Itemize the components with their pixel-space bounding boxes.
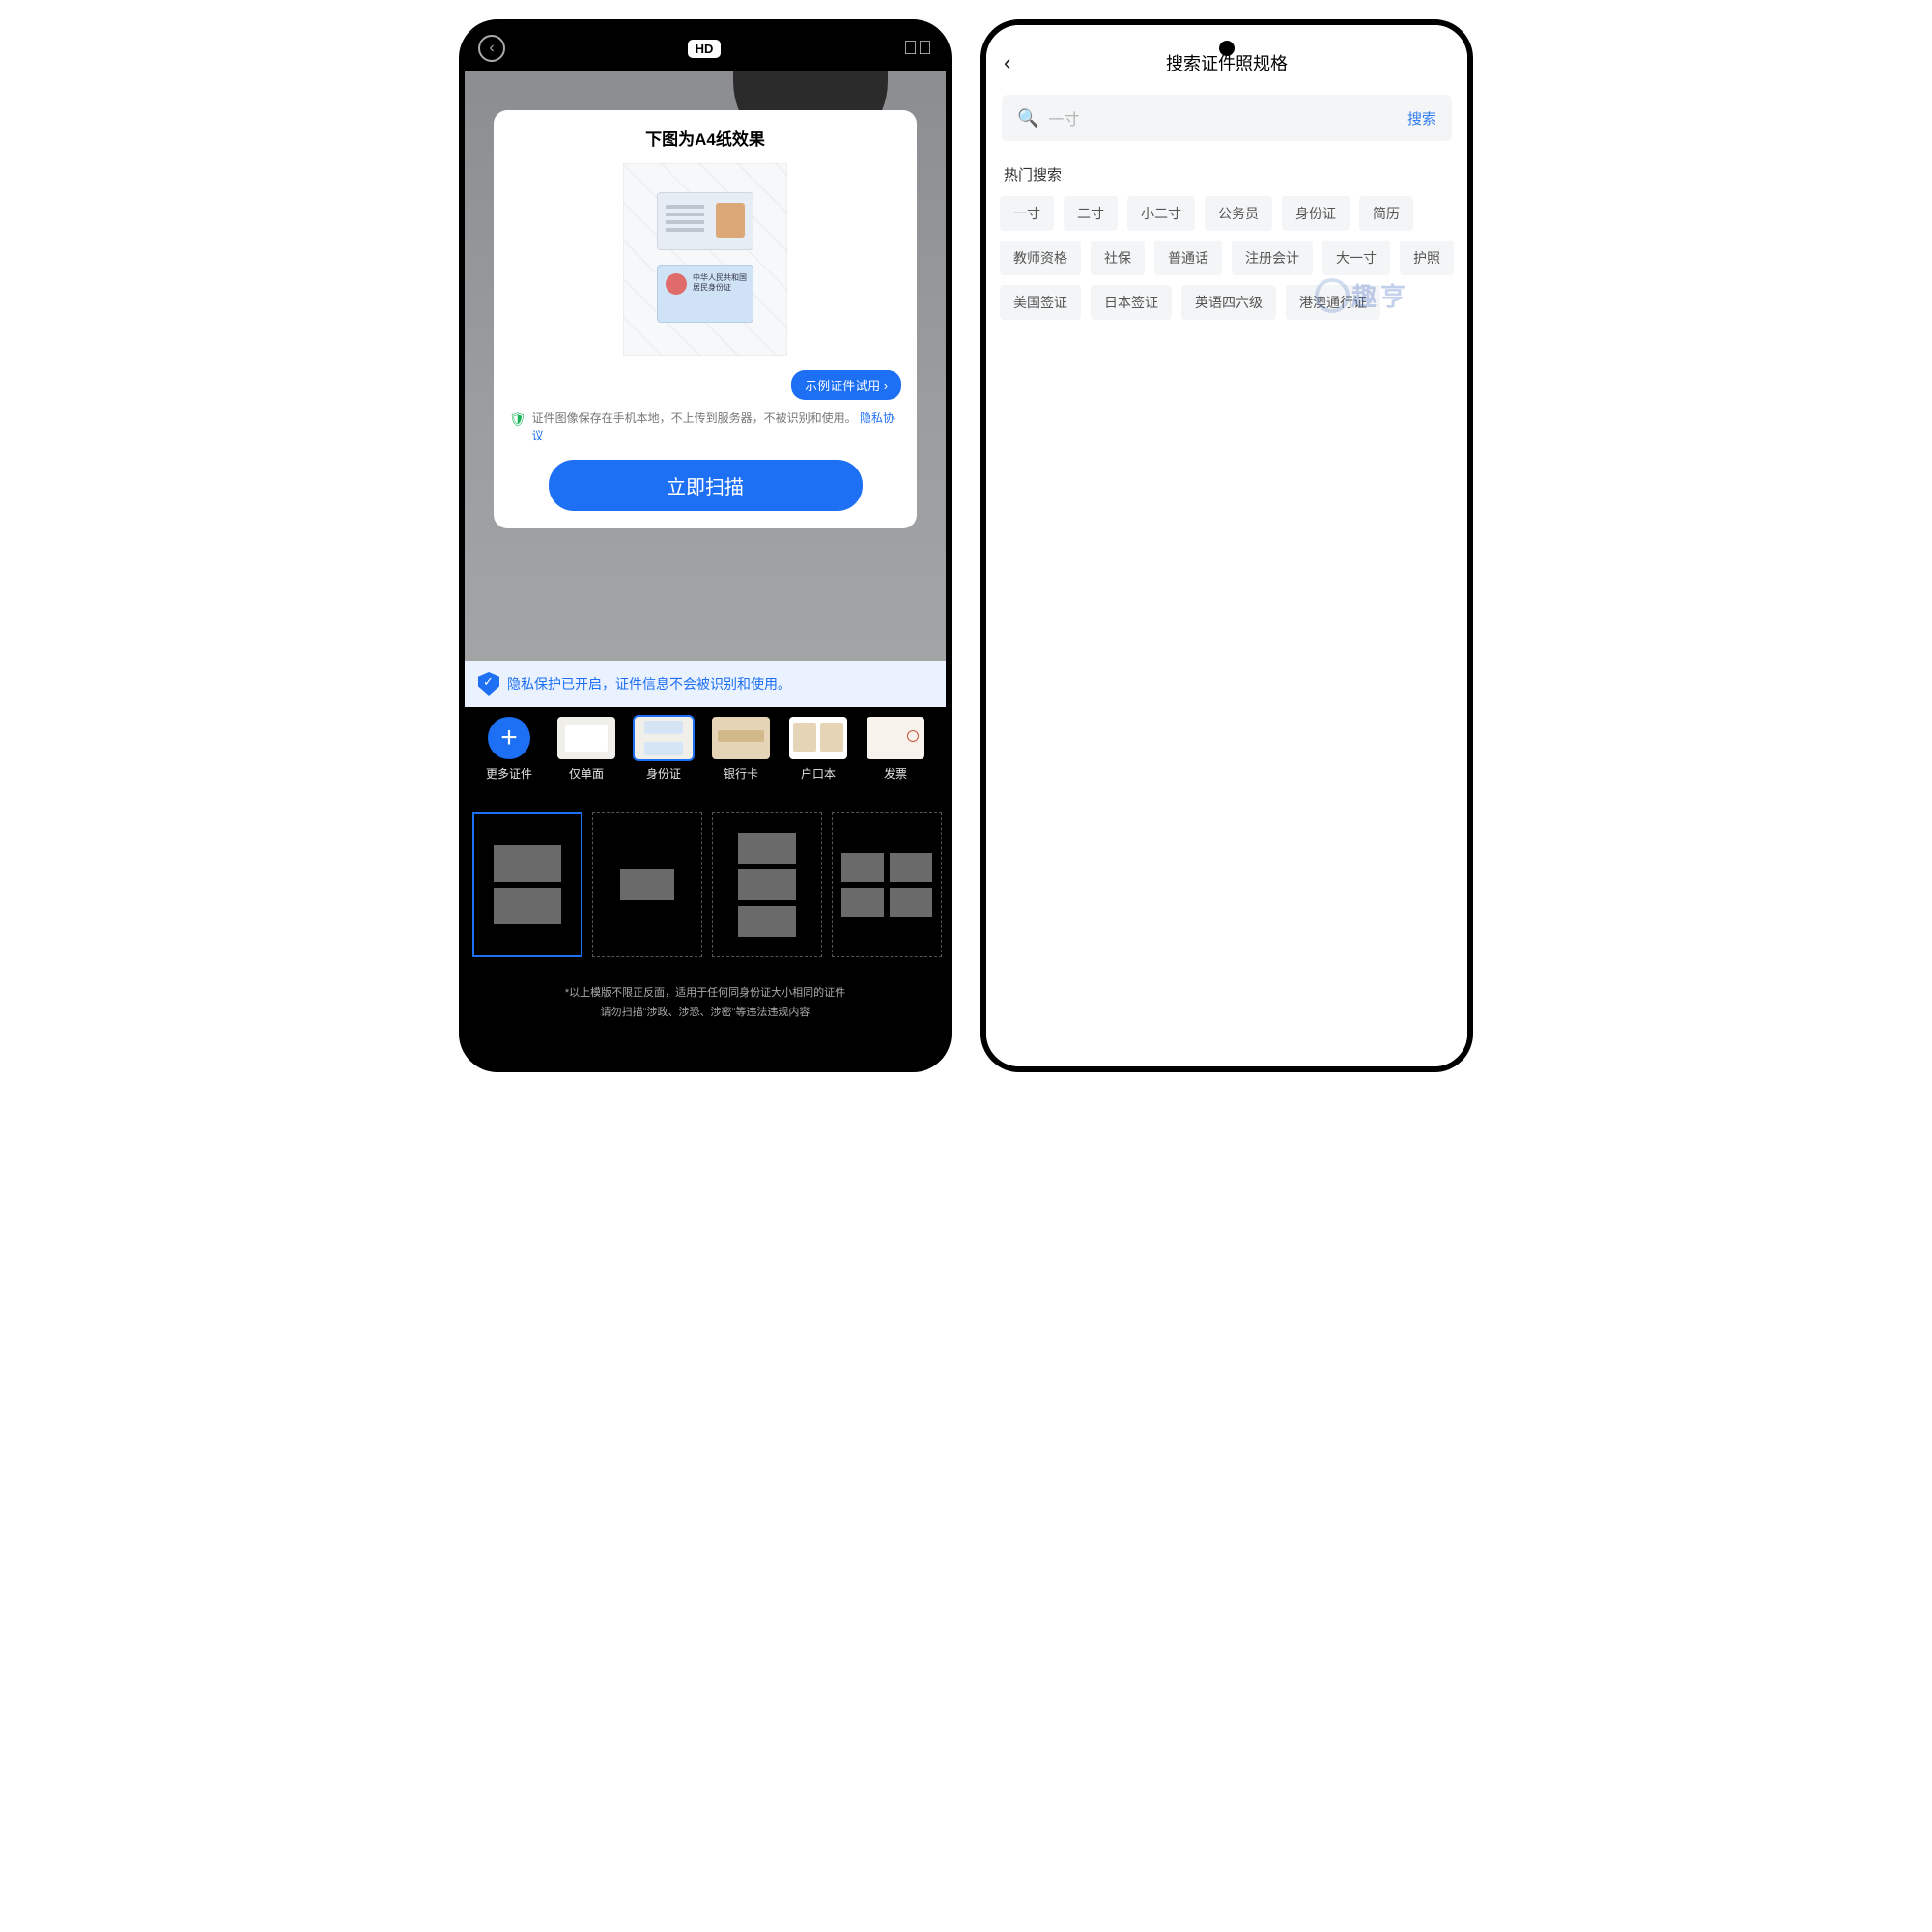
doc-type-invoice[interactable]: 发票 xyxy=(859,717,932,781)
layout-block xyxy=(841,888,884,917)
doc-type-idcard[interactable]: 身份证 xyxy=(627,717,700,781)
layout-block xyxy=(494,845,561,882)
chip[interactable]: 公务员 xyxy=(1205,196,1272,231)
layout-block xyxy=(890,853,932,882)
scanner-topbar: ‹ HD ⚡⃠ xyxy=(465,25,946,71)
chip[interactable]: 护照 xyxy=(1400,241,1454,275)
hd-toggle[interactable]: HD xyxy=(688,40,722,58)
layout-block xyxy=(890,888,932,917)
doc-thumb-hukou-icon xyxy=(789,717,847,759)
a4-preview xyxy=(623,163,787,356)
chip[interactable]: 英语四六级 xyxy=(1181,285,1276,320)
chip[interactable]: 社保 xyxy=(1091,241,1145,275)
doc-type-label: 身份证 xyxy=(627,765,700,781)
try-sample-button[interactable]: 示例证件试用 xyxy=(791,370,901,400)
layout-block xyxy=(738,906,796,937)
id-card-front-preview xyxy=(657,192,753,250)
doc-type-plus[interactable]: + 更多证件 xyxy=(472,717,546,781)
shield-icon xyxy=(478,672,499,696)
left-phone-frame: ‹ HD ⚡⃠ 下图为A4纸效果 示例证件试用 🛡 证件图像保 xyxy=(459,19,952,1072)
document-type-strip[interactable]: + 更多证件仅单面身份证银行卡户口本发票 xyxy=(465,707,946,787)
doc-type-label: 发票 xyxy=(859,765,932,781)
privacy-banner: 隐私保护已开启，证件信息不会被识别和使用。 xyxy=(465,661,946,707)
footer-line-1: *以上模版不限正反面，适用于任何同身份证大小相同的证件 xyxy=(474,984,936,1004)
chip[interactable]: 大一寸 xyxy=(1322,241,1390,275)
footer-line-2: 请勿扫描"涉政、涉恐、涉密"等违法违规内容 xyxy=(474,1004,936,1023)
shield-check-icon: 🛡 xyxy=(509,410,526,444)
doc-type-label: 银行卡 xyxy=(704,765,778,781)
privacy-note: 🛡 证件图像保存在手机本地，不上传到服务器，不被识别和使用。 隐私协议 xyxy=(509,400,901,444)
chip[interactable]: 小二寸 xyxy=(1127,196,1195,231)
chip[interactable]: 美国签证 xyxy=(1000,285,1081,320)
doc-thumb-bank-icon xyxy=(712,717,770,759)
back-button[interactable]: ‹ xyxy=(1004,50,1010,75)
back-button[interactable]: ‹ xyxy=(478,35,505,62)
hot-search-heading: 热门搜索 xyxy=(986,164,1467,185)
chip[interactable]: 普通话 xyxy=(1154,241,1222,275)
search-icon: 🔍 xyxy=(1017,108,1038,128)
doc-thumb-plus-icon: + xyxy=(488,717,530,759)
privacy-text: 证件图像保存在手机本地，不上传到服务器，不被识别和使用。 xyxy=(532,412,857,425)
scan-now-button[interactable]: 立即扫描 xyxy=(549,460,863,511)
doc-type-hukou[interactable]: 户口本 xyxy=(781,717,855,781)
layout-block xyxy=(620,869,674,900)
doc-type-label: 户口本 xyxy=(781,765,855,781)
chip[interactable]: 简历 xyxy=(1359,196,1413,231)
camera-viewfinder: 下图为A4纸效果 示例证件试用 🛡 证件图像保存在手机本地，不上传到服务器，不被… xyxy=(465,71,946,661)
search-app: ‹ 搜索证件照规格 🔍 一寸 搜索 热门搜索 趣亨 一寸二寸小二寸公务员身份证简… xyxy=(986,25,1467,1066)
search-bar[interactable]: 🔍 一寸 搜索 xyxy=(1002,95,1452,141)
right-phone-frame: ‹ 搜索证件照规格 🔍 一寸 搜索 热门搜索 趣亨 一寸二寸小二寸公务员身份证简… xyxy=(980,19,1473,1072)
layout-block xyxy=(494,888,561,924)
layout-option-2[interactable] xyxy=(592,812,702,957)
chip[interactable]: 二寸 xyxy=(1064,196,1118,231)
id-card-back-preview xyxy=(657,265,753,323)
search-input[interactable]: 一寸 xyxy=(1048,106,1398,129)
scanner-app: ‹ HD ⚡⃠ 下图为A4纸效果 示例证件试用 🛡 证件图像保 xyxy=(465,25,946,1066)
doc-thumb-idcard-icon xyxy=(635,717,693,759)
sample-dialog: 下图为A4纸效果 示例证件试用 🛡 证件图像保存在手机本地，不上传到服务器，不被… xyxy=(494,110,917,528)
doc-type-bank[interactable]: 银行卡 xyxy=(704,717,778,781)
watermark: 趣亨 xyxy=(1315,277,1409,313)
privacy-banner-text: 隐私保护已开启，证件信息不会被识别和使用。 xyxy=(507,674,791,694)
chip[interactable]: 教师资格 xyxy=(1000,241,1081,275)
layout-option-3[interactable] xyxy=(712,812,822,957)
search-submit-button[interactable]: 搜索 xyxy=(1407,108,1436,128)
page-title: 搜索证件照规格 xyxy=(1166,50,1288,75)
layout-option-4[interactable] xyxy=(832,812,942,957)
layout-block xyxy=(738,869,796,900)
chip[interactable]: 日本签证 xyxy=(1091,285,1172,320)
dialog-title: 下图为A4纸效果 xyxy=(509,126,901,150)
search-topbar: ‹ 搜索证件照规格 xyxy=(986,25,1467,91)
flash-off-icon[interactable]: ⚡⃠ xyxy=(903,38,932,60)
chip[interactable]: 身份证 xyxy=(1282,196,1350,231)
layout-option-1[interactable] xyxy=(472,812,582,957)
chip[interactable]: 一寸 xyxy=(1000,196,1054,231)
layout-template-strip[interactable] xyxy=(465,787,946,965)
chip[interactable]: 注册会计 xyxy=(1232,241,1313,275)
doc-thumb-single-icon xyxy=(557,717,615,759)
hot-search-chips: 趣亨 一寸二寸小二寸公务员身份证简历教师资格社保普通话注册会计大一寸护照美国签证… xyxy=(986,196,1467,320)
layout-block xyxy=(841,853,884,882)
doc-type-single[interactable]: 仅单面 xyxy=(550,717,623,781)
layout-block xyxy=(738,833,796,864)
footer-note: *以上模版不限正反面，适用于任何同身份证大小相同的证件 请勿扫描"涉政、涉恐、涉… xyxy=(465,965,946,1066)
doc-type-label: 更多证件 xyxy=(472,765,546,781)
doc-type-label: 仅单面 xyxy=(550,765,623,781)
doc-thumb-invoice-icon xyxy=(867,717,924,759)
